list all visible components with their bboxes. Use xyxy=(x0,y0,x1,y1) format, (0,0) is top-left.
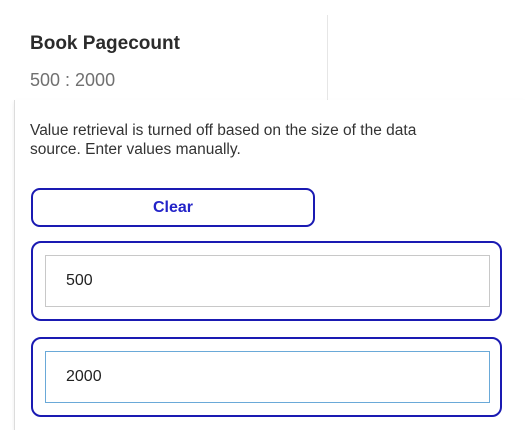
filter-title: Book Pagecount xyxy=(30,33,180,54)
filter-range-value: 500 : 2000 xyxy=(30,70,116,90)
filter-card[interactable]: Book Pagecount 500 : 2000 xyxy=(14,15,328,100)
clear-button[interactable]: Clear xyxy=(31,188,315,227)
filter-page: Book Pagecount 500 : 2000 Value retrieva… xyxy=(0,0,525,430)
value-retrieval-notice: Value retrieval is turned off based on t… xyxy=(30,122,417,158)
min-value-input[interactable] xyxy=(45,255,490,307)
max-value-field-container xyxy=(31,337,502,417)
max-value-input[interactable] xyxy=(45,351,490,403)
min-value-field-container xyxy=(31,241,502,321)
